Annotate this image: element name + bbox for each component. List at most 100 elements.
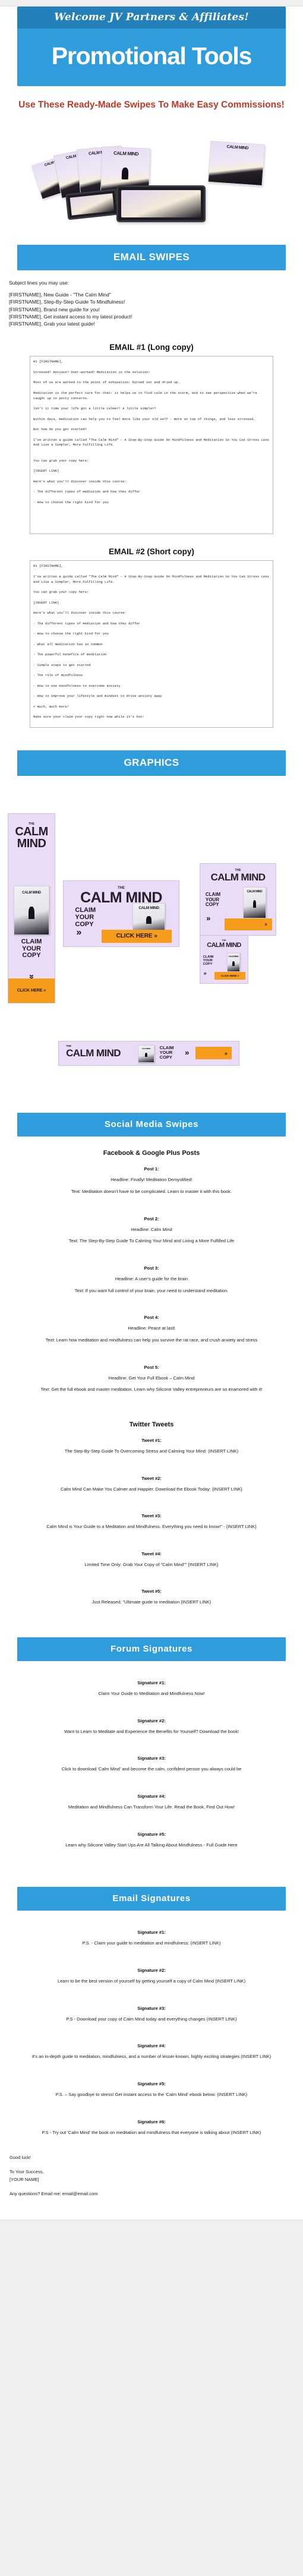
cta-button[interactable]: CLICK HERE » [8, 978, 55, 1003]
tweet-item: Tweet #2: Calm Mind Can Make You Calmer … [20, 1476, 283, 1493]
signature-item: Signature #5: P.S. – Say goodbye to stre… [20, 2081, 283, 2098]
ebook-cover-title: CALM MIND [228, 955, 239, 958]
chevron-right-icon: » [203, 970, 207, 977]
post-label: Post 2: [144, 1216, 159, 1221]
meditation-figure-icon [252, 900, 257, 908]
promo-tools-page: Welcome JV Partners & Affiliates! Promot… [0, 7, 303, 2220]
tweet-label: Tweet #3: [141, 1513, 162, 1519]
chevron-right-icon: » [76, 927, 82, 937]
section-banner-email-signatures: Email Signatures [17, 1887, 286, 1911]
signature-label: Signature #1: [137, 1680, 166, 1686]
email-2-title: EMAIL #2 (Short copy) [109, 547, 194, 557]
footer-contact: Any questions? Email me: email@email.com [10, 2191, 98, 2197]
ebook-cover-title: CALM MIND [22, 891, 41, 895]
tweet-text: Limited Time Only: Grab Your Copy of "Ca… [84, 1561, 219, 1567]
subject-line: [FIRSTNAME], Brand new guide for you! [9, 306, 100, 312]
signature-text: P.S. - Claim your guide to meditation an… [82, 1940, 221, 1946]
banner-small[interactable]: THE CALM MIND CLAIM YOUR COPY » CALM MIN… [200, 935, 248, 984]
signature-text: Learn to be the best version of yourself… [57, 1978, 246, 1984]
email-1-swipe-textarea[interactable]: Hi [FIRSTNAME], Stressed? Anxious? Over-… [30, 356, 273, 535]
post-headline: Headline: Peace at last! [128, 1325, 175, 1331]
hero-header: Welcome JV Partners & Affiliates! Promot… [17, 7, 286, 86]
signature-label: Signature #2: [137, 1718, 166, 1723]
subject-line: [FIRSTNAME], Get instant access to my la… [9, 313, 132, 320]
graphic-title: CALM MIND [66, 1047, 121, 1059]
email-signatures-body: Signature #1: P.S. - Claim your guide to… [0, 1911, 303, 2145]
signature-item: Signature #5: Learn why Silicone Valley … [20, 1832, 283, 1849]
banner-skyscraper[interactable]: THE CALM MIND CALM MIND CLAIM YOUR COPY … [8, 813, 55, 1004]
banner-medium-rectangle[interactable]: THE CALM MIND CLAIM YOUR COPY » CALM MIN… [63, 880, 179, 948]
signature-item: Signature #1: P.S. - Claim your guide to… [20, 1930, 283, 1947]
footer-good-luck: Good luck! [10, 2155, 31, 2161]
signature-label: Signature #1: [137, 1930, 166, 1936]
cta-button[interactable]: » [195, 1047, 232, 1060]
email-1-title: EMAIL #1 (Long copy) [109, 343, 194, 352]
signature-text: P.S - Try out 'Calm Mind' the book on me… [42, 2129, 261, 2135]
signature-item: Signature #3: Click to download 'Calm Mi… [20, 1756, 283, 1773]
tweet-label: Tweet #5: [141, 1589, 162, 1595]
ebook-cover-image: CALM MIND [138, 1045, 154, 1063]
signature-item: Signature #3: P.S - Download your copy o… [20, 2006, 283, 2023]
booklet-title: CALM MIND [113, 150, 139, 157]
social-media-body: Facebook & Google Plus Posts Post 1: Hea… [0, 1137, 303, 1615]
banner-leaderboard[interactable]: THE CALM MIND CALM MIND CLAIM YOUR COPY … [58, 1041, 239, 1066]
post-label: Post 4: [144, 1315, 159, 1321]
signature-item: Signature #2: Learn to be the best versi… [20, 1968, 283, 1985]
graphics-gallery: THE CALM MIND CALM MIND CLAIM YOUR COPY … [0, 779, 303, 1103]
page-title: Promotional Tools [51, 42, 252, 70]
signature-label: Signature #5: [137, 1831, 166, 1837]
post-headline: Headline: Calm Mind [131, 1226, 172, 1232]
ebook-cover-title: CALM MIND [141, 1047, 151, 1050]
signature-label: Signature #4: [137, 1794, 166, 1800]
graphic-claim-text: CLAIM YOUR COPY [159, 1044, 174, 1060]
signature-item: Signature #4: It's an in-depth guide to … [20, 2043, 283, 2060]
cta-button[interactable]: » [224, 918, 272, 931]
section-banner-social-media: Social Media Swipes [17, 1113, 286, 1137]
signature-label: Signature #4: [137, 2043, 166, 2049]
tweet-item: Tweet #5: Just Released: "Ultimate guide… [20, 1589, 283, 1606]
section-banner-forum-signatures: Forum Signatures [17, 1637, 286, 1662]
page-footer: Good luck! To Your Success, [YOUR NAME] … [0, 2145, 303, 2214]
tweet-item: Tweet #1: The Step-By-Step Guide To Over… [20, 1438, 283, 1455]
signature-text: P.S - Download your copy of Calm Mind to… [66, 2016, 237, 2022]
subject-lines-block: Subject lines you may use: [FIRSTNAME], … [0, 270, 303, 330]
facebook-posts-heading: Facebook & Google Plus Posts [103, 1150, 200, 1157]
signature-label: Signature #3: [137, 2005, 166, 2011]
signature-text: Meditation and Mindfulness Can Transform… [68, 1804, 235, 1810]
post-text: Text: The Step-By-Step Guide To Calming … [68, 1238, 235, 1244]
subject-lines-label: Subject lines you may use: [9, 279, 70, 286]
post-label: Post 1: [144, 1166, 159, 1172]
product-tablet-small [65, 188, 119, 220]
signature-label: Signature #6: [137, 2119, 166, 2124]
post-headline: Headline: Get Your Full Ebook – Calm Min… [108, 1375, 195, 1381]
product-hero-image: CALM MIND CALM MIND CALM MIND CALM MIND … [0, 122, 303, 235]
section-banner-graphics: GRAPHICS [17, 750, 286, 776]
meditation-figure-icon [122, 168, 129, 179]
banner-square[interactable]: THE CALM MIND CLAIM YOUR COPY » CALM MIN… [200, 863, 276, 936]
tweet-item: Tweet #3: Calm Mind is Your Guide to a M… [20, 1513, 283, 1530]
page-subhead: Use These Ready-Made Swipes To Make Easy… [18, 100, 285, 110]
meditation-figure-icon [232, 961, 235, 966]
meditation-figure-icon [146, 916, 152, 924]
social-post: Post 3: Headline: A user's guide for the… [20, 1265, 283, 1294]
ebook-cover-title: CALM MIND [138, 906, 159, 911]
graphic-claim-text: CLAIM YOUR COPY [75, 907, 96, 928]
cta-button[interactable]: CLICK HERE » [214, 971, 245, 980]
tweet-text: Calm Mind Can Make You Calmer and Happie… [60, 1486, 242, 1492]
subject-line: [FIRSTNAME], Step-By-Step Guide To Mindf… [9, 299, 125, 305]
post-headline: Headline: Finally! Meditation Demystifie… [111, 1177, 192, 1183]
subject-lines-list: [FIRSTNAME], New Guide - "The Calm Mind"… [9, 291, 294, 328]
subject-line: [FIRSTNAME], New Guide - "The Calm Mind" [9, 291, 111, 298]
footer-your-name: [YOUR NAME] [10, 2177, 39, 2183]
signature-text: Claim Your Guide to Meditation and Mindf… [98, 1691, 205, 1697]
ebook-cover-image: CALM MIND [226, 953, 241, 973]
booklet-title: CALM MIND [226, 144, 249, 151]
post-text: Text: Meditation doesn't have to be comp… [71, 1189, 232, 1195]
section-banner-email-swipes: EMAIL SWIPES [17, 244, 286, 270]
social-post: Post 5: Headline: Get Your Full Ebook – … [20, 1365, 283, 1393]
email-2-swipe-textarea[interactable]: Hi [FIRSTNAME], I've written a guide cal… [30, 560, 273, 728]
social-post: Post 4: Headline: Peace at last! Text: L… [20, 1315, 283, 1343]
hero-welcome-text: Welcome JV Partners & Affiliates! [17, 7, 286, 29]
product-book-stack: CALM MIND [207, 140, 266, 187]
cta-button[interactable]: CLICK HERE » [102, 929, 172, 943]
